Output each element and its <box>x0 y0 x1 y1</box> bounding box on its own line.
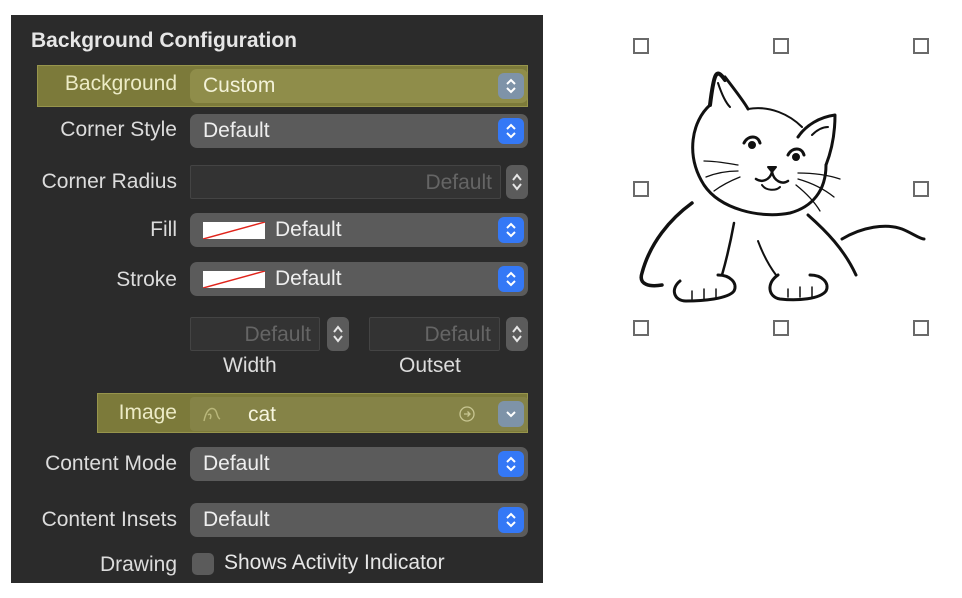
panel-title: Background Configuration <box>31 29 297 52</box>
stroke-label: Stroke <box>116 268 177 291</box>
width-label: Width <box>223 354 277 377</box>
stroke-swatch-none <box>203 271 265 288</box>
shows-activity-indicator-label[interactable]: Shows Activity Indicator <box>224 551 445 575</box>
background-label: Background <box>64 72 177 95</box>
content-mode-popup[interactable]: Default <box>190 447 528 481</box>
outset-stepper[interactable] <box>506 317 528 351</box>
image-combo[interactable]: cat <box>190 397 528 431</box>
fill-chevron-icon <box>498 217 524 243</box>
corner-radius-field[interactable]: Default <box>190 165 501 199</box>
fill-label: Fill <box>150 218 177 241</box>
fill-popup[interactable]: Default <box>190 213 528 247</box>
image-thumbnail-icon <box>203 407 221 422</box>
cat-drawing-image <box>639 71 926 303</box>
corner-style-popup[interactable]: Default <box>190 114 528 148</box>
background-value: Custom <box>203 74 276 97</box>
content-mode-value: Default <box>203 452 270 475</box>
drawing-label: Drawing <box>99 553 177 576</box>
stroke-chevron-icon <box>498 266 524 292</box>
content-insets-chevron-icon <box>498 507 524 533</box>
fill-value: Default <box>275 218 342 241</box>
corner-radius-label: Corner Radius <box>41 170 177 193</box>
width-stepper[interactable] <box>327 317 349 351</box>
fill-swatch-none <box>203 222 265 239</box>
corner-radius-stepper[interactable] <box>506 165 528 199</box>
corner-radius-placeholder: Default <box>425 171 492 194</box>
content-insets-value: Default <box>203 508 270 531</box>
outset-label: Outset <box>399 354 461 377</box>
outset-field[interactable]: Default <box>369 317 500 351</box>
corner-style-value: Default <box>203 119 270 142</box>
background-configuration-panel: Background Configuration Background Cust… <box>11 15 543 583</box>
image-label: Image <box>118 401 177 424</box>
stroke-value: Default <box>275 267 342 290</box>
corner-style-label: Corner Style <box>60 118 177 141</box>
content-insets-label: Content Insets <box>41 508 177 531</box>
width-field[interactable]: Default <box>190 317 320 351</box>
content-insets-popup[interactable]: Default <box>190 503 528 537</box>
background-popup[interactable]: Custom <box>190 69 528 103</box>
corner-style-chevron-icon <box>498 118 524 144</box>
width-placeholder: Default <box>244 323 311 346</box>
content-mode-label: Content Mode <box>45 452 177 475</box>
content-mode-chevron-icon <box>498 451 524 477</box>
outset-placeholder: Default <box>424 323 491 346</box>
go-to-arrow-icon[interactable] <box>458 405 476 423</box>
stroke-popup[interactable]: Default <box>190 262 528 296</box>
image-dropdown-chevron-icon[interactable] <box>498 401 524 427</box>
image-value: cat <box>248 403 277 426</box>
shows-activity-indicator-checkbox[interactable] <box>192 553 214 575</box>
background-chevron-icon <box>498 73 524 99</box>
canvas-image-view[interactable] <box>630 35 935 340</box>
